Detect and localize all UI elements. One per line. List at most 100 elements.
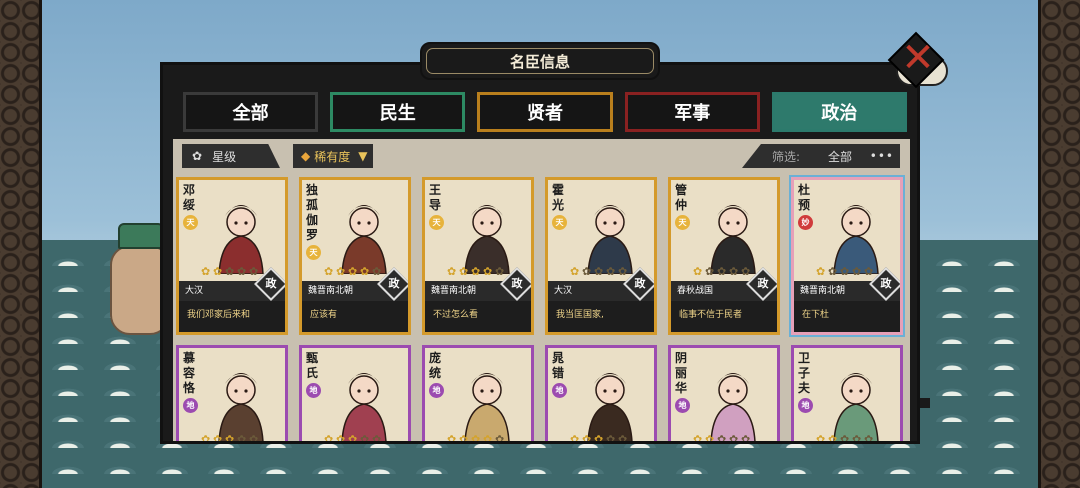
- star-icon: ✿: [717, 265, 727, 278]
- star-icon: ✿: [717, 433, 727, 444]
- star-icon: ✿: [495, 265, 505, 278]
- rank-badge: 地: [429, 383, 444, 398]
- minister-name: 独孤伽罗: [306, 183, 319, 242]
- star-icon: ✿: [360, 265, 370, 278]
- minister-portrait: [587, 205, 633, 274]
- minister-portrait: [341, 205, 387, 274]
- more-icon[interactable]: •••: [870, 149, 894, 163]
- minister-grid: 邓绥天 ✿ ✿ ✿ ✿ ✿ 政 大汉 我们邓家后来和 独孤伽罗天 ✿ ✿ ✿ ✿ ✿ 政 魏晋南…: [173, 175, 910, 444]
- star-rating: ✿ ✿ ✿ ✿ ✿: [693, 433, 752, 444]
- minister-card-11[interactable]: 阴丽华地 ✿ ✿ ✿ ✿ ✿: [668, 345, 780, 444]
- close-button[interactable]: ✕: [886, 31, 950, 92]
- quote-text: 我当匡国家,: [548, 301, 654, 332]
- minister-name: 管仲: [675, 183, 688, 212]
- star-icon: ✿: [237, 433, 247, 444]
- minister-card-12[interactable]: 卫子夫地 ✿ ✿ ✿ ✿ ✿: [791, 345, 903, 444]
- minister-portrait: [710, 373, 756, 441]
- star-icon: ✿: [741, 433, 751, 444]
- star-rating: ✿ ✿ ✿ ✿ ✿: [693, 266, 752, 277]
- sort-star-button[interactable]: ✿ 星级: [182, 144, 280, 168]
- star-icon: ✿: [582, 433, 592, 444]
- star-icon: ✿: [606, 265, 616, 278]
- star-icon: ✿: [840, 433, 850, 444]
- flower-icon: ✿: [192, 149, 203, 163]
- sort-rarity-button[interactable]: ◆ 稀有度 ▼: [293, 144, 373, 168]
- star-icon: ✿: [594, 265, 604, 278]
- star-icon: ✿: [336, 433, 346, 444]
- star-icon: ✿: [594, 433, 604, 444]
- tab-military[interactable]: 军事: [624, 92, 760, 132]
- star-icon: ✿: [237, 265, 247, 278]
- minister-card-1[interactable]: 邓绥天 ✿ ✿ ✿ ✿ ✿ 政 大汉 我们邓家后来和: [176, 177, 288, 335]
- minister-info-panel: 全部 民生 贤者 军事 政治 ✿ 星级 ◆ 稀有度 ▼ 筛选: 全部 ••• 邓…: [160, 62, 920, 444]
- sort-star-label: 星级: [212, 149, 237, 164]
- star-icon: ✿: [348, 265, 358, 278]
- sort-rarity-label: 稀有度: [314, 149, 351, 164]
- star-rating: ✿ ✿ ✿ ✿ ✿: [447, 266, 506, 277]
- star-icon: ✿: [495, 433, 505, 444]
- star-icon: ✿: [201, 265, 211, 278]
- star-icon: ✿: [729, 265, 739, 278]
- minister-name: 王导: [429, 183, 442, 212]
- minister-card-3[interactable]: 王导天 ✿ ✿ ✿ ✿ ✿ 政 魏晋南北朝 不过怎么看: [422, 177, 534, 335]
- close-icon: ✕: [901, 35, 935, 81]
- star-icon: ✿: [705, 433, 715, 444]
- star-icon: ✿: [213, 433, 223, 444]
- star-icon: ✿: [459, 433, 469, 444]
- filter-label: 筛选:: [772, 149, 801, 164]
- star-icon: ✿: [828, 265, 838, 278]
- star-icon: ✿: [225, 433, 235, 444]
- star-icon: ✿: [816, 433, 826, 444]
- minister-name: 阴丽华: [675, 351, 688, 395]
- rank-badge: 天: [306, 245, 321, 260]
- star-icon: ✿: [852, 433, 862, 444]
- minister-name: 慕容恪: [183, 351, 196, 395]
- flag-marker: [920, 398, 930, 408]
- star-icon: ✿: [570, 433, 580, 444]
- minister-card-10[interactable]: 晁错地 ✿ ✿ ✿ ✿ ✿: [545, 345, 657, 444]
- diamond-icon: ◆: [301, 149, 311, 163]
- star-icon: ✿: [828, 433, 838, 444]
- minister-portrait: [710, 205, 756, 274]
- tab-politics[interactable]: 政治: [771, 92, 908, 132]
- star-icon: ✿: [693, 433, 703, 444]
- filter-dropdown[interactable]: 筛选: 全部 •••: [742, 144, 900, 168]
- minister-name: 晁错: [552, 351, 565, 380]
- star-icon: ✿: [447, 265, 457, 278]
- minister-card-4[interactable]: 霍光天 ✿ ✿ ✿ ✿ ✿ 政 大汉 我当匡国家,: [545, 177, 657, 335]
- minister-card-6[interactable]: 杜预妙 ✿ ✿ ✿ ✿ ✿ 政 魏晋南北朝 在下杜: [789, 175, 905, 337]
- minister-card-9[interactable]: 庞统地 ✿ ✿ ✿ ✿ ✿: [422, 345, 534, 444]
- minister-card-7[interactable]: 慕容恪地 ✿ ✿ ✿ ✿ ✿: [176, 345, 288, 444]
- star-icon: ✿: [249, 265, 259, 278]
- star-icon: ✿: [852, 265, 862, 278]
- star-icon: ✿: [324, 433, 334, 444]
- star-icon: ✿: [459, 265, 469, 278]
- tab-livelihood[interactable]: 民生: [330, 92, 466, 132]
- tab-sages[interactable]: 贤者: [477, 92, 613, 132]
- minister-card-5[interactable]: 管仲天 ✿ ✿ ✿ ✿ ✿ 政 春秋战国 临事不信于民者: [668, 177, 780, 335]
- minister-card-8[interactable]: 甄氏地 ✿ ✿ ✿ ✿ ✿: [299, 345, 411, 444]
- minister-name: 卫子夫: [798, 351, 811, 395]
- star-icon: ✿: [471, 433, 481, 444]
- star-rating: ✿ ✿ ✿ ✿ ✿: [816, 266, 875, 277]
- star-icon: ✿: [606, 433, 616, 444]
- rank-badge: 地: [183, 398, 198, 413]
- minister-card-2[interactable]: 独孤伽罗天 ✿ ✿ ✿ ✿ ✿ 政 魏晋南北朝 应该有: [299, 177, 411, 335]
- star-icon: ✿: [618, 433, 628, 444]
- rank-badge: 地: [675, 398, 690, 413]
- tab-all[interactable]: 全部: [183, 92, 319, 132]
- star-icon: ✿: [249, 433, 259, 444]
- star-icon: ✿: [483, 433, 493, 444]
- quote-text: 临事不信于民者: [671, 301, 777, 332]
- minister-name: 霍光: [552, 183, 565, 212]
- card-list-area: ✿ 星级 ◆ 稀有度 ▼ 筛选: 全部 ••• 邓绥天 ✿ ✿ ✿ ✿ ✿ 政 大汉 我: [173, 139, 910, 444]
- star-icon: ✿: [336, 265, 346, 278]
- star-rating: ✿ ✿ ✿ ✿ ✿: [201, 266, 260, 277]
- star-icon: ✿: [324, 265, 334, 278]
- star-icon: ✿: [372, 433, 382, 444]
- category-tabs: 全部 民生 贤者 军事 政治: [183, 92, 908, 132]
- star-rating: ✿ ✿ ✿ ✿ ✿: [447, 433, 506, 444]
- minister-portrait: [833, 373, 879, 441]
- star-icon: ✿: [618, 265, 628, 278]
- left-pattern-border: [0, 0, 42, 488]
